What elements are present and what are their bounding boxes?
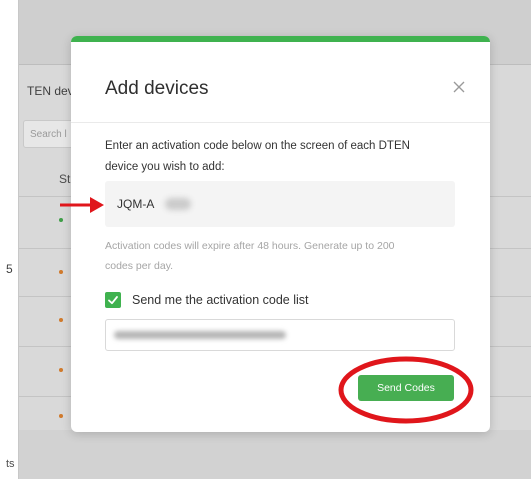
redacted-code-blur: [165, 198, 191, 210]
status-dot: [59, 218, 63, 222]
check-icon: [108, 296, 118, 305]
status-dot: [59, 318, 63, 322]
background-column-header: St: [59, 172, 71, 186]
background-footer: [19, 430, 531, 479]
checkbox-label: Send me the activation code list: [132, 293, 309, 307]
redacted-email-blur: [114, 331, 286, 339]
background-footer-text: ts: [6, 458, 15, 470]
background-row-number: 5: [6, 262, 13, 276]
email-field[interactable]: [105, 319, 455, 351]
send-code-list-checkbox-row[interactable]: Send me the activation code list: [105, 290, 309, 310]
modal-header-divider: [71, 122, 490, 123]
activation-code-value: JQM-A: [117, 197, 155, 211]
highlight-circle: [338, 356, 474, 424]
instruction-text: Enter an activation code below on the sc…: [105, 140, 410, 173]
modal-title: Add devices: [105, 78, 209, 99]
send-code-list-checkbox[interactable]: [105, 292, 121, 308]
status-dot: [59, 270, 63, 274]
status-dot: [59, 368, 63, 372]
arrow-right-icon: [60, 197, 104, 213]
modal-accent-bar: [71, 36, 490, 42]
status-dot: [59, 414, 63, 418]
activation-code-field[interactable]: JQM-A: [105, 181, 455, 227]
expiry-note: Activation codes will expire after 48 ho…: [105, 240, 395, 272]
background-heading: TEN dev: [27, 84, 74, 98]
close-icon[interactable]: [450, 78, 468, 96]
